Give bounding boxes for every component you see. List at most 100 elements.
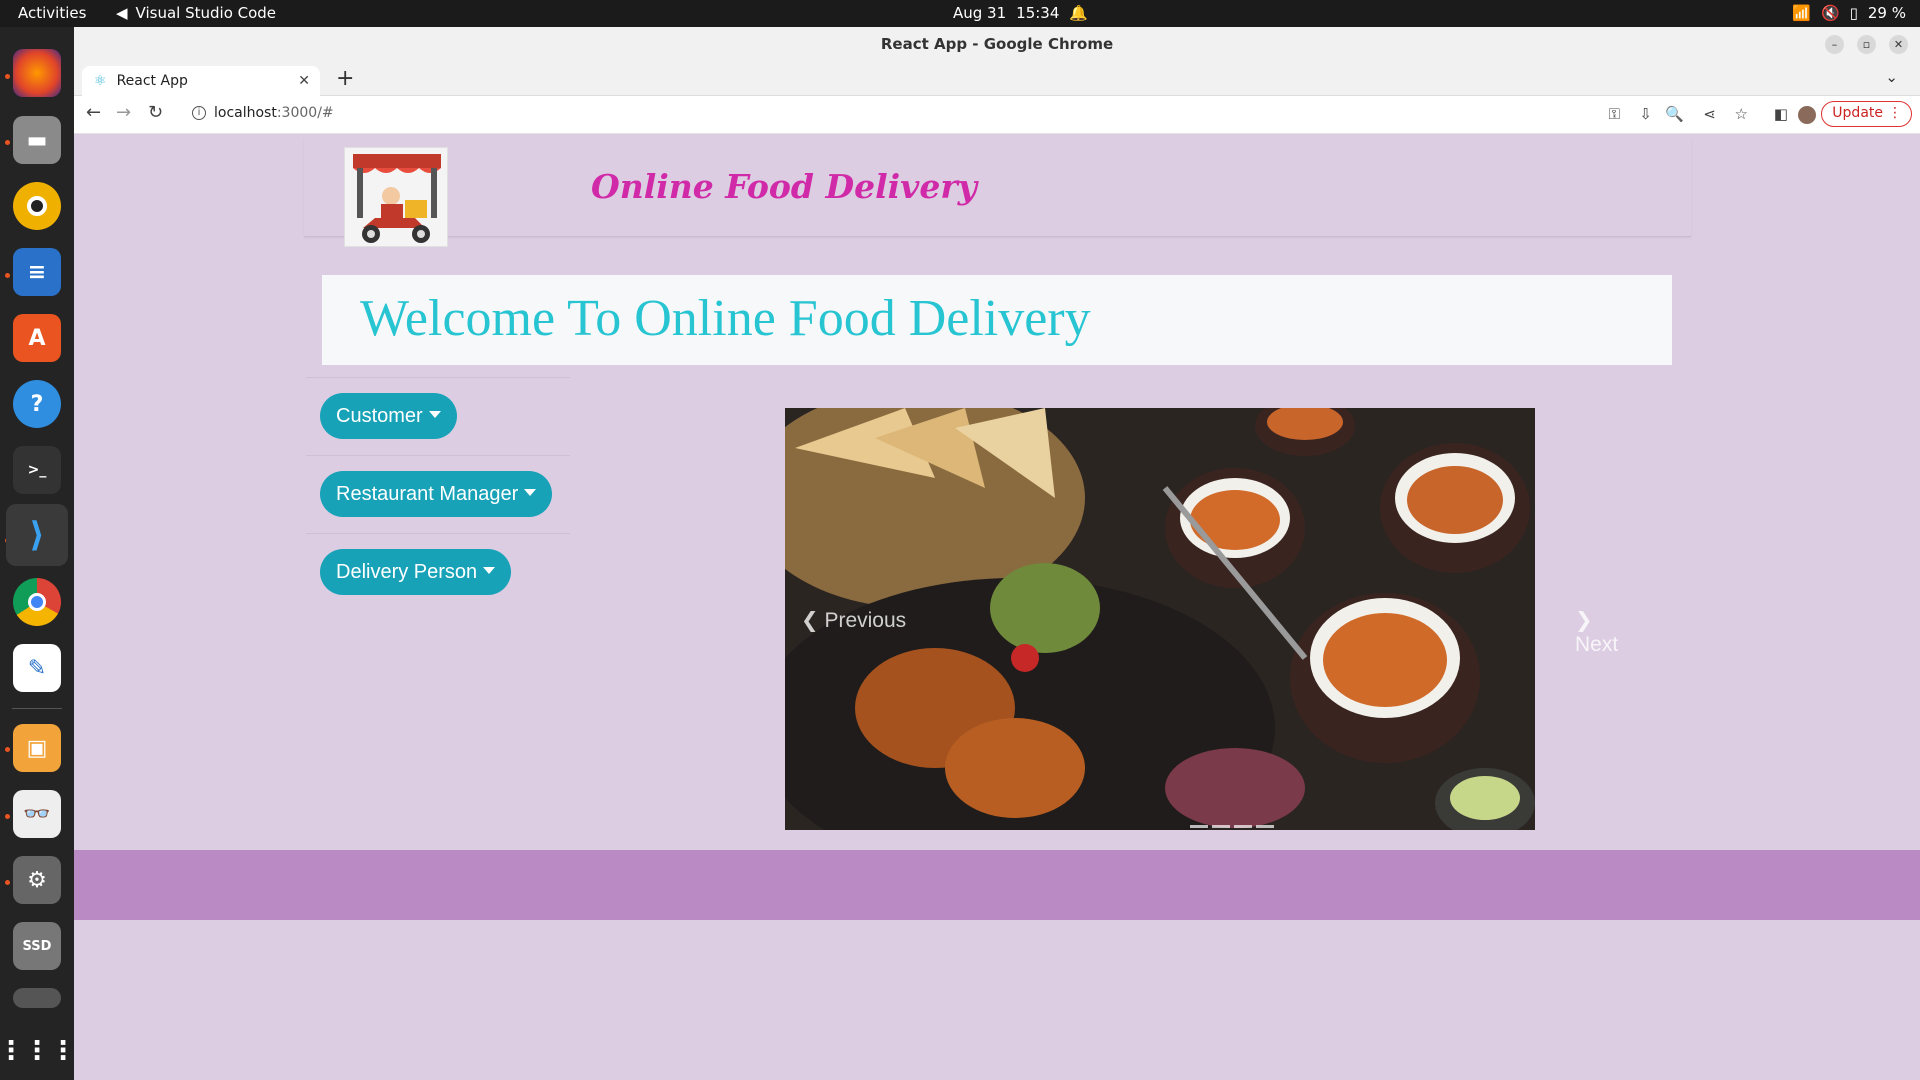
delivery-person-label: Delivery Person xyxy=(336,561,478,583)
update-label: Update xyxy=(1832,105,1883,121)
carousel-indicator[interactable] xyxy=(1234,825,1252,828)
minimize-button[interactable]: – xyxy=(1825,35,1844,54)
browser-toolbar: ← → ↻ i localhost:3000/# ⚿ ⇩ 🔍 ⋖ ☆ ◧ Upd… xyxy=(74,96,1920,134)
battery-icon: ▯ xyxy=(1849,4,1858,22)
vscode-icon: ◀ xyxy=(116,4,128,22)
carousel-indicator[interactable] xyxy=(1190,825,1208,828)
clock[interactable]: Aug 31 15:34 🔔 xyxy=(953,4,1088,22)
volume-muted-icon: 🔇 xyxy=(1820,4,1840,22)
delivery-person-dropdown-button[interactable]: Delivery Person xyxy=(320,549,512,595)
running-indicator xyxy=(5,140,10,145)
system-tray[interactable]: 📶 🔇 ▯ 29 % xyxy=(1792,4,1906,22)
dock: ▬ ≡ A ? >_ ⟩ ✎ ▣ 👓 ⚙ SSD ⋮⋮⋮ xyxy=(0,27,76,1080)
time: 15:34 xyxy=(1016,4,1060,22)
key-icon[interactable]: ⚿ xyxy=(1609,105,1620,123)
bell-icon: 🔔 xyxy=(1069,4,1089,22)
site-info-icon[interactable]: i xyxy=(192,106,206,120)
welcome-banner: Welcome To Online Food Delivery xyxy=(322,275,1672,365)
url-path: :3000/# xyxy=(276,105,334,121)
menu-row: Restaurant Manager xyxy=(306,455,570,533)
address-bar[interactable]: i localhost:3000/# xyxy=(192,105,334,121)
image-carousel: ❮ Previous ❯ Next xyxy=(785,408,1618,830)
forward-icon[interactable]: → xyxy=(116,102,131,123)
chevron-right-icon: ❯ xyxy=(1575,609,1593,632)
site-footer xyxy=(74,850,1920,920)
bookmark-star-icon[interactable]: ☆ xyxy=(1735,105,1748,123)
site-title[interactable]: Online Food Delivery xyxy=(591,167,977,206)
running-indicator xyxy=(5,273,10,278)
tab-react-app[interactable]: ⚛ React App ✕ xyxy=(82,66,320,96)
drive-icon[interactable] xyxy=(13,988,61,1008)
terminal-icon[interactable]: >_ xyxy=(13,446,61,494)
food-delivery-logo[interactable] xyxy=(344,147,448,247)
carousel-next-button[interactable]: ❯ Next xyxy=(1575,608,1618,657)
help-icon[interactable]: ? xyxy=(13,380,61,428)
vscode-dock-icon[interactable]: ⟩ xyxy=(6,504,68,566)
page-content: Online Food Delivery Welcome To Online F… xyxy=(74,137,1920,1080)
share-icon[interactable]: ⋖ xyxy=(1703,105,1716,123)
firefox-icon[interactable] xyxy=(13,49,61,97)
tab-search-icon[interactable]: ⌄ xyxy=(1885,68,1898,86)
customer-label: Customer xyxy=(336,405,423,427)
document-viewer-icon[interactable]: 👓 xyxy=(13,790,61,838)
tab-label: React App xyxy=(116,73,188,89)
drive-icon[interactable]: SSD xyxy=(13,922,61,970)
running-indicator xyxy=(5,747,10,752)
running-indicator xyxy=(5,74,10,79)
ubuntu-software-icon[interactable]: A xyxy=(13,314,61,362)
browser-window: React App - Google Chrome – ▫ ✕ ⚛ React … xyxy=(74,27,1920,1080)
tab-strip: ⚛ React App ✕ + ⌄ xyxy=(74,62,1920,96)
zoom-icon[interactable]: 🔍 xyxy=(1665,105,1684,123)
active-app-name: Visual Studio Code xyxy=(135,4,277,22)
wifi-icon: 📶 xyxy=(1792,4,1811,22)
back-icon[interactable]: ← xyxy=(86,102,101,123)
maximize-button[interactable]: ▫ xyxy=(1857,35,1876,54)
side-panel-icon[interactable]: ◧ xyxy=(1774,105,1788,123)
role-menu: Customer Restaurant Manager Delivery Per… xyxy=(306,377,570,611)
activities-button[interactable]: Activities xyxy=(18,4,86,22)
show-apps-icon[interactable]: ⋮⋮⋮ xyxy=(0,1027,76,1075)
active-app-indicator[interactable]: ◀ Visual Studio Code xyxy=(116,4,276,22)
close-tab-icon[interactable]: ✕ xyxy=(298,73,310,89)
system-top-bar: Activities ◀ Visual Studio Code Aug 31 1… xyxy=(0,0,1920,27)
menu-row: Delivery Person xyxy=(306,533,570,611)
text-editor-icon[interactable]: ✎ xyxy=(13,644,61,692)
date: Aug 31 xyxy=(953,4,1007,22)
new-tab-button[interactable]: + xyxy=(336,66,354,91)
settings-icon[interactable]: ⚙ xyxy=(13,856,61,904)
profile-avatar[interactable] xyxy=(1798,106,1816,124)
more-menu-icon[interactable]: ⋮ xyxy=(1888,102,1902,125)
carousel-previous-button[interactable]: ❮ Previous xyxy=(801,608,906,633)
window-titlebar[interactable]: React App - Google Chrome – ▫ ✕ xyxy=(74,27,1920,62)
caret-down-icon xyxy=(483,567,496,575)
libreoffice-writer-icon[interactable]: ≡ xyxy=(13,248,61,296)
running-indicator xyxy=(5,880,10,885)
previous-label: Previous xyxy=(824,609,907,632)
close-window-button[interactable]: ✕ xyxy=(1889,35,1908,54)
react-icon: ⚛ xyxy=(94,73,107,89)
reload-icon[interactable]: ↻ xyxy=(148,102,163,123)
dock-separator xyxy=(12,708,62,709)
customer-dropdown-button[interactable]: Customer xyxy=(320,393,457,439)
carousel-indicator[interactable] xyxy=(1256,825,1274,828)
battery-level: 29 % xyxy=(1867,4,1906,22)
rhythmbox-icon[interactable] xyxy=(13,182,61,230)
chevron-left-icon: ❮ xyxy=(801,609,819,632)
update-button[interactable]: Update ⋮ xyxy=(1821,101,1912,127)
carousel-indicators[interactable] xyxy=(1190,825,1274,828)
libreoffice-impress-icon[interactable]: ▣ xyxy=(13,724,61,772)
next-label: Next xyxy=(1575,633,1619,656)
carousel-indicator[interactable] xyxy=(1212,825,1230,828)
restaurant-manager-label: Restaurant Manager xyxy=(336,483,519,505)
running-indicator xyxy=(5,814,10,819)
restaurant-manager-dropdown-button[interactable]: Restaurant Manager xyxy=(320,471,553,517)
chrome-icon[interactable] xyxy=(13,578,61,626)
site-header: Online Food Delivery xyxy=(304,137,1691,247)
caret-down-icon xyxy=(428,411,441,419)
url-host: localhost xyxy=(214,105,277,121)
window-title: React App - Google Chrome xyxy=(880,35,1114,53)
caret-down-icon xyxy=(524,489,537,497)
welcome-heading: Welcome To Online Food Delivery xyxy=(360,290,1091,347)
install-icon[interactable]: ⇩ xyxy=(1639,105,1652,123)
files-icon[interactable]: ▬ xyxy=(13,116,61,164)
